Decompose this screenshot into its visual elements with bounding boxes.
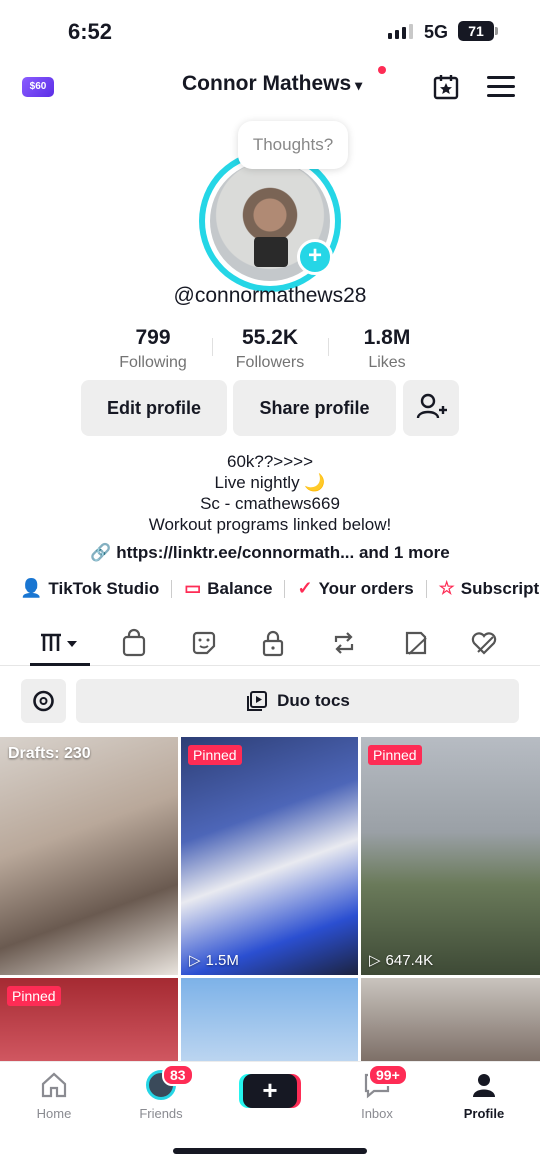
likes-count: 1.8M (363, 326, 411, 349)
view-count: ▷ 1.5M (189, 951, 239, 970)
order-icon: ✓ (297, 578, 313, 598)
favorites-hidden-icon[interactable] (401, 628, 431, 658)
quick-link-label: TikTok Studio (48, 578, 160, 598)
notification-dot (378, 66, 386, 74)
account-name: Connor Mathews (182, 72, 352, 95)
home-indicator (173, 1148, 367, 1154)
divider (212, 338, 213, 356)
duo-label: Duo tocs (277, 691, 350, 710)
divider (328, 338, 329, 356)
settings-button[interactable] (21, 679, 66, 723)
active-tab-indicator (30, 663, 90, 666)
home-icon (41, 1072, 67, 1098)
tiktok-studio-link[interactable]: 👤 TikTok Studio (20, 578, 159, 599)
add-person-icon (416, 393, 447, 419)
video-tile[interactable]: Pinned ▷ 1.5M (181, 737, 358, 975)
profile-handle: @connormathews28 (173, 284, 367, 307)
add-friend-button[interactable] (403, 380, 459, 436)
liked-hidden-icon[interactable] (469, 628, 499, 658)
person-star-icon: 👤 (20, 578, 43, 598)
menu-icon[interactable] (487, 76, 515, 98)
edit-profile-button[interactable]: Edit profile (81, 380, 227, 436)
view-count: ▷ 647.4K (369, 951, 434, 970)
network-type: 5G (424, 22, 449, 42)
videos-grid-icon[interactable] (40, 628, 80, 658)
star-icon: ☆ (438, 578, 455, 598)
status-bar: 6:52 5G 71 (0, 0, 540, 62)
sticker-icon[interactable] (189, 628, 219, 658)
stat-following[interactable]: 799 Following (95, 326, 211, 372)
thoughts-bubble[interactable]: Thoughts? (238, 121, 348, 169)
profile-stats: 799 Following 55.2K Followers 1.8M Likes (95, 326, 445, 372)
stat-followers[interactable]: 55.2K Followers (212, 326, 328, 372)
views-text: 1.5M (205, 951, 239, 969)
pinned-badge: Pinned (188, 745, 242, 765)
followers-count: 55.2K (241, 326, 299, 349)
inbox-badge: 99+ (368, 1064, 408, 1086)
gear-icon (33, 690, 54, 712)
shop-bag-icon[interactable] (119, 628, 149, 658)
bio-link[interactable]: 🔗 https://linktr.ee/connormath... and 1 … (0, 543, 540, 563)
battery-icon: 71 (458, 21, 498, 41)
friends-badge: 83 (162, 1064, 194, 1086)
wallet-icon: ▭ (184, 578, 202, 598)
create-button[interactable]: + (243, 1074, 297, 1108)
link-icon: 🔗 (90, 543, 112, 562)
bio-link-text: https://linktr.ee/connormath... and 1 mo… (116, 543, 450, 562)
your-orders-link[interactable]: ✓ Your orders (297, 578, 413, 599)
bio-line: 60k??>>>> (226, 452, 314, 471)
coin-balance-button[interactable]: $60 (22, 77, 54, 97)
bio-line: Live nightly 🌙 (214, 473, 326, 492)
pinned-badge: Pinned (368, 745, 422, 765)
quick-link-label: Balance (207, 578, 273, 598)
duo-button[interactable]: Duo tocs (76, 679, 519, 723)
nav-profile[interactable]: Profile (444, 1070, 524, 1121)
quick-links: 👤 TikTok Studio ▭ Balance ✓ Your orders ☆ Su… (20, 578, 540, 599)
following-count: 799 (135, 326, 171, 349)
chevron-down-icon: ▾ (355, 76, 363, 93)
add-story-plus-icon[interactable]: + (297, 239, 333, 275)
quick-link-label: Your orders (318, 578, 414, 598)
nav-label: Profile (463, 1106, 505, 1121)
video-tile[interactable] (361, 978, 540, 1067)
share-profile-button[interactable]: Share profile (233, 380, 396, 436)
signal-icon (388, 24, 413, 39)
profile-icon (473, 1074, 495, 1097)
calendar-star-icon[interactable] (432, 73, 460, 101)
video-grid: Drafts: 230 Pinned ▷ 1.5M Pinned ▷ 647.4K … (0, 737, 540, 1067)
bio-line: Workout programs linked below! (148, 515, 392, 534)
account-switcher[interactable]: Connor Mathews ▾ (182, 72, 362, 96)
nav-home[interactable]: Home (14, 1070, 94, 1121)
profile-bio: 60k??>>>> Live nightly 🌙 Sc - cmathews66… (0, 451, 540, 535)
drafts-label: Drafts: 230 (8, 745, 91, 762)
video-tile[interactable]: Pinned ▷ 647.4K (361, 737, 540, 975)
content-tabs (0, 620, 540, 666)
play-icon: ▷ (369, 952, 381, 969)
video-tile[interactable] (181, 978, 358, 1067)
stat-likes[interactable]: 1.8M Likes (329, 326, 445, 372)
video-tile[interactable]: Pinned (0, 978, 178, 1067)
subscription-link[interactable]: ☆ Subscripti (439, 578, 540, 599)
nav-label: Inbox (361, 1106, 393, 1121)
play-icon: ▷ (189, 952, 201, 969)
views-text: 647.4K (385, 951, 434, 969)
quick-link-label: Subscripti (460, 578, 540, 598)
balance-link[interactable]: ▭ Balance (184, 578, 272, 599)
bio-line: Sc - cmathews669 (200, 494, 340, 513)
pinned-badge: Pinned (7, 986, 61, 1006)
followers-label: Followers (235, 354, 305, 371)
status-time: 6:52 (68, 19, 113, 44)
likes-label: Likes (368, 354, 406, 371)
nav-label: Friends (139, 1106, 183, 1121)
lock-icon[interactable] (258, 628, 288, 658)
duo-play-icon (247, 691, 268, 711)
drafts-tile[interactable]: Drafts: 230 (0, 737, 178, 975)
nav-label: Home (36, 1106, 72, 1121)
following-label: Following (119, 354, 187, 371)
repost-icon[interactable] (329, 628, 359, 658)
